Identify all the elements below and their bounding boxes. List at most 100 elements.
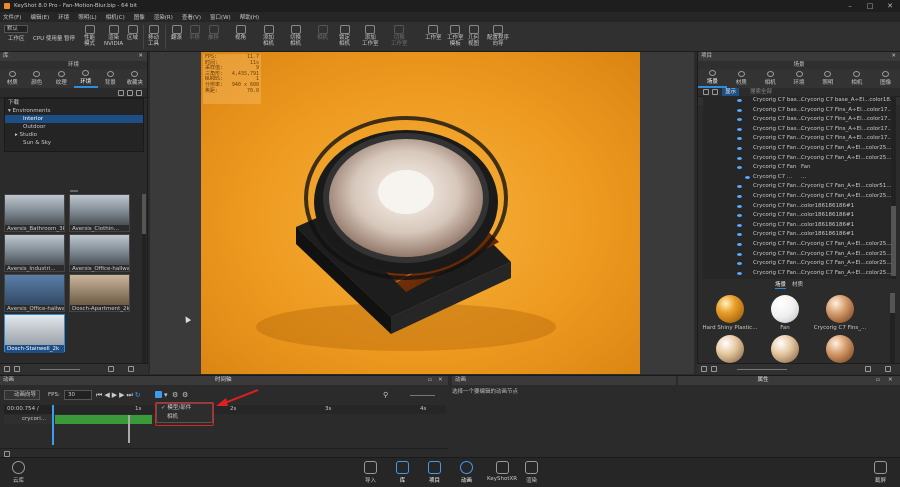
tab-materials[interactable]: 材质 xyxy=(0,69,25,88)
scene-row[interactable]: Crycorig C7 Fan... color186186186#1 xyxy=(703,202,891,211)
list-view-icon[interactable] xyxy=(4,366,10,372)
tree-item-studio[interactable]: ▸ Studio xyxy=(5,131,143,139)
visibility-eye-icon[interactable] xyxy=(737,156,742,160)
tab-camera[interactable]: 相机 xyxy=(756,69,785,88)
visibility-eye-icon[interactable] xyxy=(737,271,742,275)
tab-favorites[interactable]: 收藏夹 xyxy=(123,69,148,88)
visibility-eye-icon[interactable] xyxy=(737,204,742,208)
library-scrollbar-thumb[interactable] xyxy=(142,194,146,234)
scene-row[interactable]: Crycorig C7 Fan... Crycorig C7 Fan_A÷El..… xyxy=(703,240,891,249)
skip-start-icon[interactable]: ⏮ xyxy=(96,391,102,399)
view-toggle[interactable]: 显示 xyxy=(722,88,740,96)
scene-row[interactable]: Crycorig C7 Fan... Crycorig C7 Fan_A÷El..… xyxy=(703,144,891,153)
scene-row[interactable]: Crycorig C7 Fan... color186186186#1 xyxy=(703,221,891,230)
scene-row[interactable]: Crycorig C7 bas... Crycorig C7 Fins_A÷El.… xyxy=(703,106,891,115)
scene-row[interactable]: Crycorig C7 Fan... color186186186#1 xyxy=(703,211,891,220)
add-camera-button[interactable]: 添加 相机 xyxy=(263,25,274,47)
scene-row[interactable]: Crycorig C7 Fan... Crycorig C7 Fan_A÷El..… xyxy=(703,259,891,268)
library-scrollbar[interactable] xyxy=(142,194,146,364)
scene-row[interactable]: Crycorig C7 Fan... Crycorig C7 Fan_A÷El..… xyxy=(703,154,891,163)
lock-camera-button[interactable]: 锁定 相机 xyxy=(339,25,350,47)
animation-wizard-button[interactable]: 动画向导 xyxy=(4,390,40,400)
cloud-library-button[interactable]: 云库 xyxy=(12,461,25,484)
switch-camera-button[interactable]: 切换 相机 xyxy=(290,25,301,47)
tab-materials[interactable]: 材质 xyxy=(727,69,756,88)
close-icon[interactable]: ✕ xyxy=(880,0,900,12)
pan-button[interactable]: 平移 xyxy=(189,25,200,41)
material-scrollbar-thumb[interactable] xyxy=(890,293,895,313)
menu-edit[interactable]: 编辑(E) xyxy=(30,13,49,21)
panel-close-icon[interactable]: ✕ xyxy=(891,52,896,61)
import-button[interactable]: 导入 xyxy=(364,461,377,484)
animation-track-bar[interactable] xyxy=(55,415,152,424)
splitter-handle[interactable] xyxy=(70,190,78,192)
visibility-eye-icon[interactable] xyxy=(737,252,742,256)
visibility-eye-icon[interactable] xyxy=(737,214,742,218)
list-view-icon[interactable] xyxy=(701,366,707,372)
step-back-icon[interactable]: ◀ xyxy=(104,391,109,399)
project-button[interactable]: 项目 xyxy=(428,461,441,484)
env-thumbnail[interactable]: Aversis_Industri... xyxy=(4,234,65,272)
library-button[interactable]: 库 xyxy=(396,461,409,484)
maximize-icon[interactable]: □ xyxy=(860,0,880,12)
render-button[interactable]: 渲染 xyxy=(525,461,538,484)
scene-row[interactable]: Crycorig C7 Fan... Crycorig C7 Fan_A÷El..… xyxy=(703,250,891,259)
scene-row[interactable]: Crycorig C7 Fan... Crycorig C7 Fan_A÷El..… xyxy=(703,269,891,278)
tab-lighting[interactable]: 照明 xyxy=(813,69,842,88)
scene-tool-icon[interactable] xyxy=(703,89,709,95)
scene-row[interactable]: Crycorig C7 bas... Crycorig C7 base_A÷El.… xyxy=(703,96,891,105)
performance-mode-button[interactable]: 性能 模式 xyxy=(84,25,95,47)
grid-view-icon[interactable] xyxy=(711,366,717,372)
visibility-eye-icon[interactable] xyxy=(737,118,742,122)
panel-close-icon[interactable]: ✕ xyxy=(438,376,443,385)
move-tool-button[interactable]: 移动 工具 xyxy=(148,25,159,47)
thumbnail-size-slider[interactable] xyxy=(737,369,787,370)
camera-lock-button[interactable]: 相机 xyxy=(317,25,328,41)
env-thumbnail[interactable]: Aversis_Office-hallwa... xyxy=(4,274,65,312)
menu-help[interactable]: 帮助(H) xyxy=(240,13,259,21)
material-thumb[interactable]: Hard Shiny Plastic... xyxy=(700,295,760,331)
scene-row[interactable]: Crycorig C7 Fan... Crycorig C7 Fins_A÷El.… xyxy=(703,134,891,143)
env-thumbnail[interactable]: Dosch-Apartment_2k xyxy=(69,274,130,312)
tree-item-downloads[interactable]: 下载 xyxy=(5,99,143,107)
settings-icon[interactable] xyxy=(128,366,134,372)
env-thumbnail[interactable]: Aversis_Bathroom_3k xyxy=(4,194,65,232)
timeline-zoom-slider[interactable] xyxy=(410,395,435,396)
scene-row[interactable]: Crycorig C7 Fan... Crycorig C7 Fan_A÷El..… xyxy=(703,192,891,201)
env-thumbnail-selected[interactable]: Dosch-Stairwell_2k xyxy=(4,314,65,353)
skip-end-icon[interactable]: ⏭ xyxy=(126,391,132,399)
zoom-icon[interactable] xyxy=(108,366,114,372)
library-search-icon[interactable] xyxy=(136,90,142,96)
search-icon[interactable]: ⚲ xyxy=(383,391,388,399)
cpu-usage-button[interactable]: CPU 使用量 xyxy=(33,36,62,42)
region-button[interactable]: 区域 xyxy=(127,25,138,41)
track-label[interactable]: crycori... xyxy=(4,415,52,424)
scene-row[interactable]: Crycorig C7 Fan Fan xyxy=(703,163,891,172)
visibility-eye-icon[interactable] xyxy=(737,127,742,131)
add-animation-icon[interactable] xyxy=(155,391,162,398)
tree-item-environments[interactable]: ▾ Environments xyxy=(5,107,143,115)
configurator-wizard-button[interactable]: 配置程序 向导 xyxy=(487,25,509,47)
tab-camera-2[interactable]: 相机 xyxy=(842,69,871,88)
tab-environment[interactable]: 环境 xyxy=(785,69,814,88)
playhead[interactable] xyxy=(52,405,54,445)
material-scrollbar[interactable] xyxy=(890,293,895,368)
visibility-eye-icon[interactable] xyxy=(737,195,742,198)
tree-item-sun-sky[interactable]: Sun & Sky xyxy=(5,139,143,147)
thumbnail-size-slider[interactable] xyxy=(40,369,80,370)
panel-close-icon[interactable]: ✕ xyxy=(138,52,143,61)
scene-tool-icon[interactable] xyxy=(712,89,718,95)
visibility-eye-icon[interactable] xyxy=(737,233,742,237)
gear-icon[interactable]: ⚙ xyxy=(172,391,178,399)
tumble-button[interactable]: 翻滚 xyxy=(171,25,182,41)
visibility-eye-icon[interactable] xyxy=(737,108,742,112)
play-icon[interactable]: ▶ xyxy=(112,391,117,399)
step-forward-icon[interactable]: ▶ xyxy=(119,391,124,399)
tab-environments[interactable]: 环境 xyxy=(73,69,98,88)
scene-row[interactable]: Crycorig C7 Fan... Crycorig C7 Fan_A÷El..… xyxy=(703,182,891,191)
env-thumbnail[interactable]: Aversis_Clothin... xyxy=(69,194,130,232)
menu-image[interactable]: 图像 xyxy=(134,13,145,21)
visibility-eye-icon[interactable] xyxy=(745,175,750,179)
dropdown-arrow-icon[interactable]: ▾ xyxy=(164,391,168,399)
tab-backplates[interactable]: 背景 xyxy=(98,69,123,88)
